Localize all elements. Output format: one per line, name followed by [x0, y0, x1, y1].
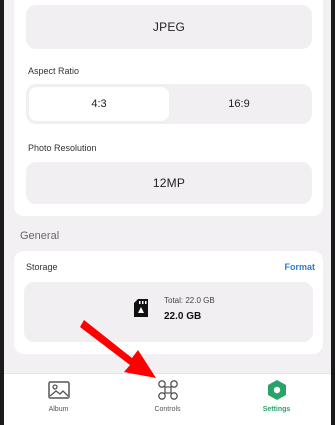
settings-hexagon-icon: [266, 379, 288, 401]
aspect-ratio-segmented-control: 4:3 16:9: [26, 84, 312, 124]
photo-resolution-value: 12MP: [152, 176, 186, 190]
nav-label-controls: Controls: [154, 406, 181, 413]
storage-card: Storage Format Total: 22.0 GB 22.0 GB: [14, 251, 323, 354]
photo-format-selector[interactable]: JPEG: [26, 5, 312, 49]
storage-total-text: Total: 22.0 GB: [164, 296, 215, 305]
storage-value-text: 22.0 GB: [164, 311, 202, 322]
nav-item-settings[interactable]: Settings: [222, 374, 331, 425]
nav-label-settings: Settings: [262, 406, 291, 413]
image-icon: [47, 379, 70, 401]
annotation-arrow: [80, 320, 156, 378]
aspect-ratio-option-16-9[interactable]: 16:9: [169, 87, 309, 121]
storage-info-box: Total: 22.0 GB 22.0 GB: [24, 282, 313, 342]
bottom-navigation: Album Controls Settings: [4, 373, 331, 425]
photo-resolution-label: Photo Resolution: [28, 143, 97, 153]
general-section-title: General: [20, 230, 60, 242]
photo-resolution-selector[interactable]: 12MP: [26, 162, 312, 204]
drone-icon: [157, 379, 179, 401]
photo-format-value: JPEG: [152, 20, 186, 34]
storage-label: Storage: [26, 262, 58, 272]
aspect-ratio-option-4-3[interactable]: 4:3: [29, 87, 169, 121]
format-storage-link[interactable]: Format: [284, 262, 315, 272]
aspect-ratio-label: Aspect Ratio: [28, 66, 80, 76]
nav-label-album: Album: [48, 406, 69, 413]
photo-settings-card: JPEG Aspect Ratio 4:3 16:9 Photo Resolut…: [14, 0, 323, 216]
settings-screen: JPEG Aspect Ratio 4:3 16:9 Photo Resolut…: [4, 0, 331, 425]
